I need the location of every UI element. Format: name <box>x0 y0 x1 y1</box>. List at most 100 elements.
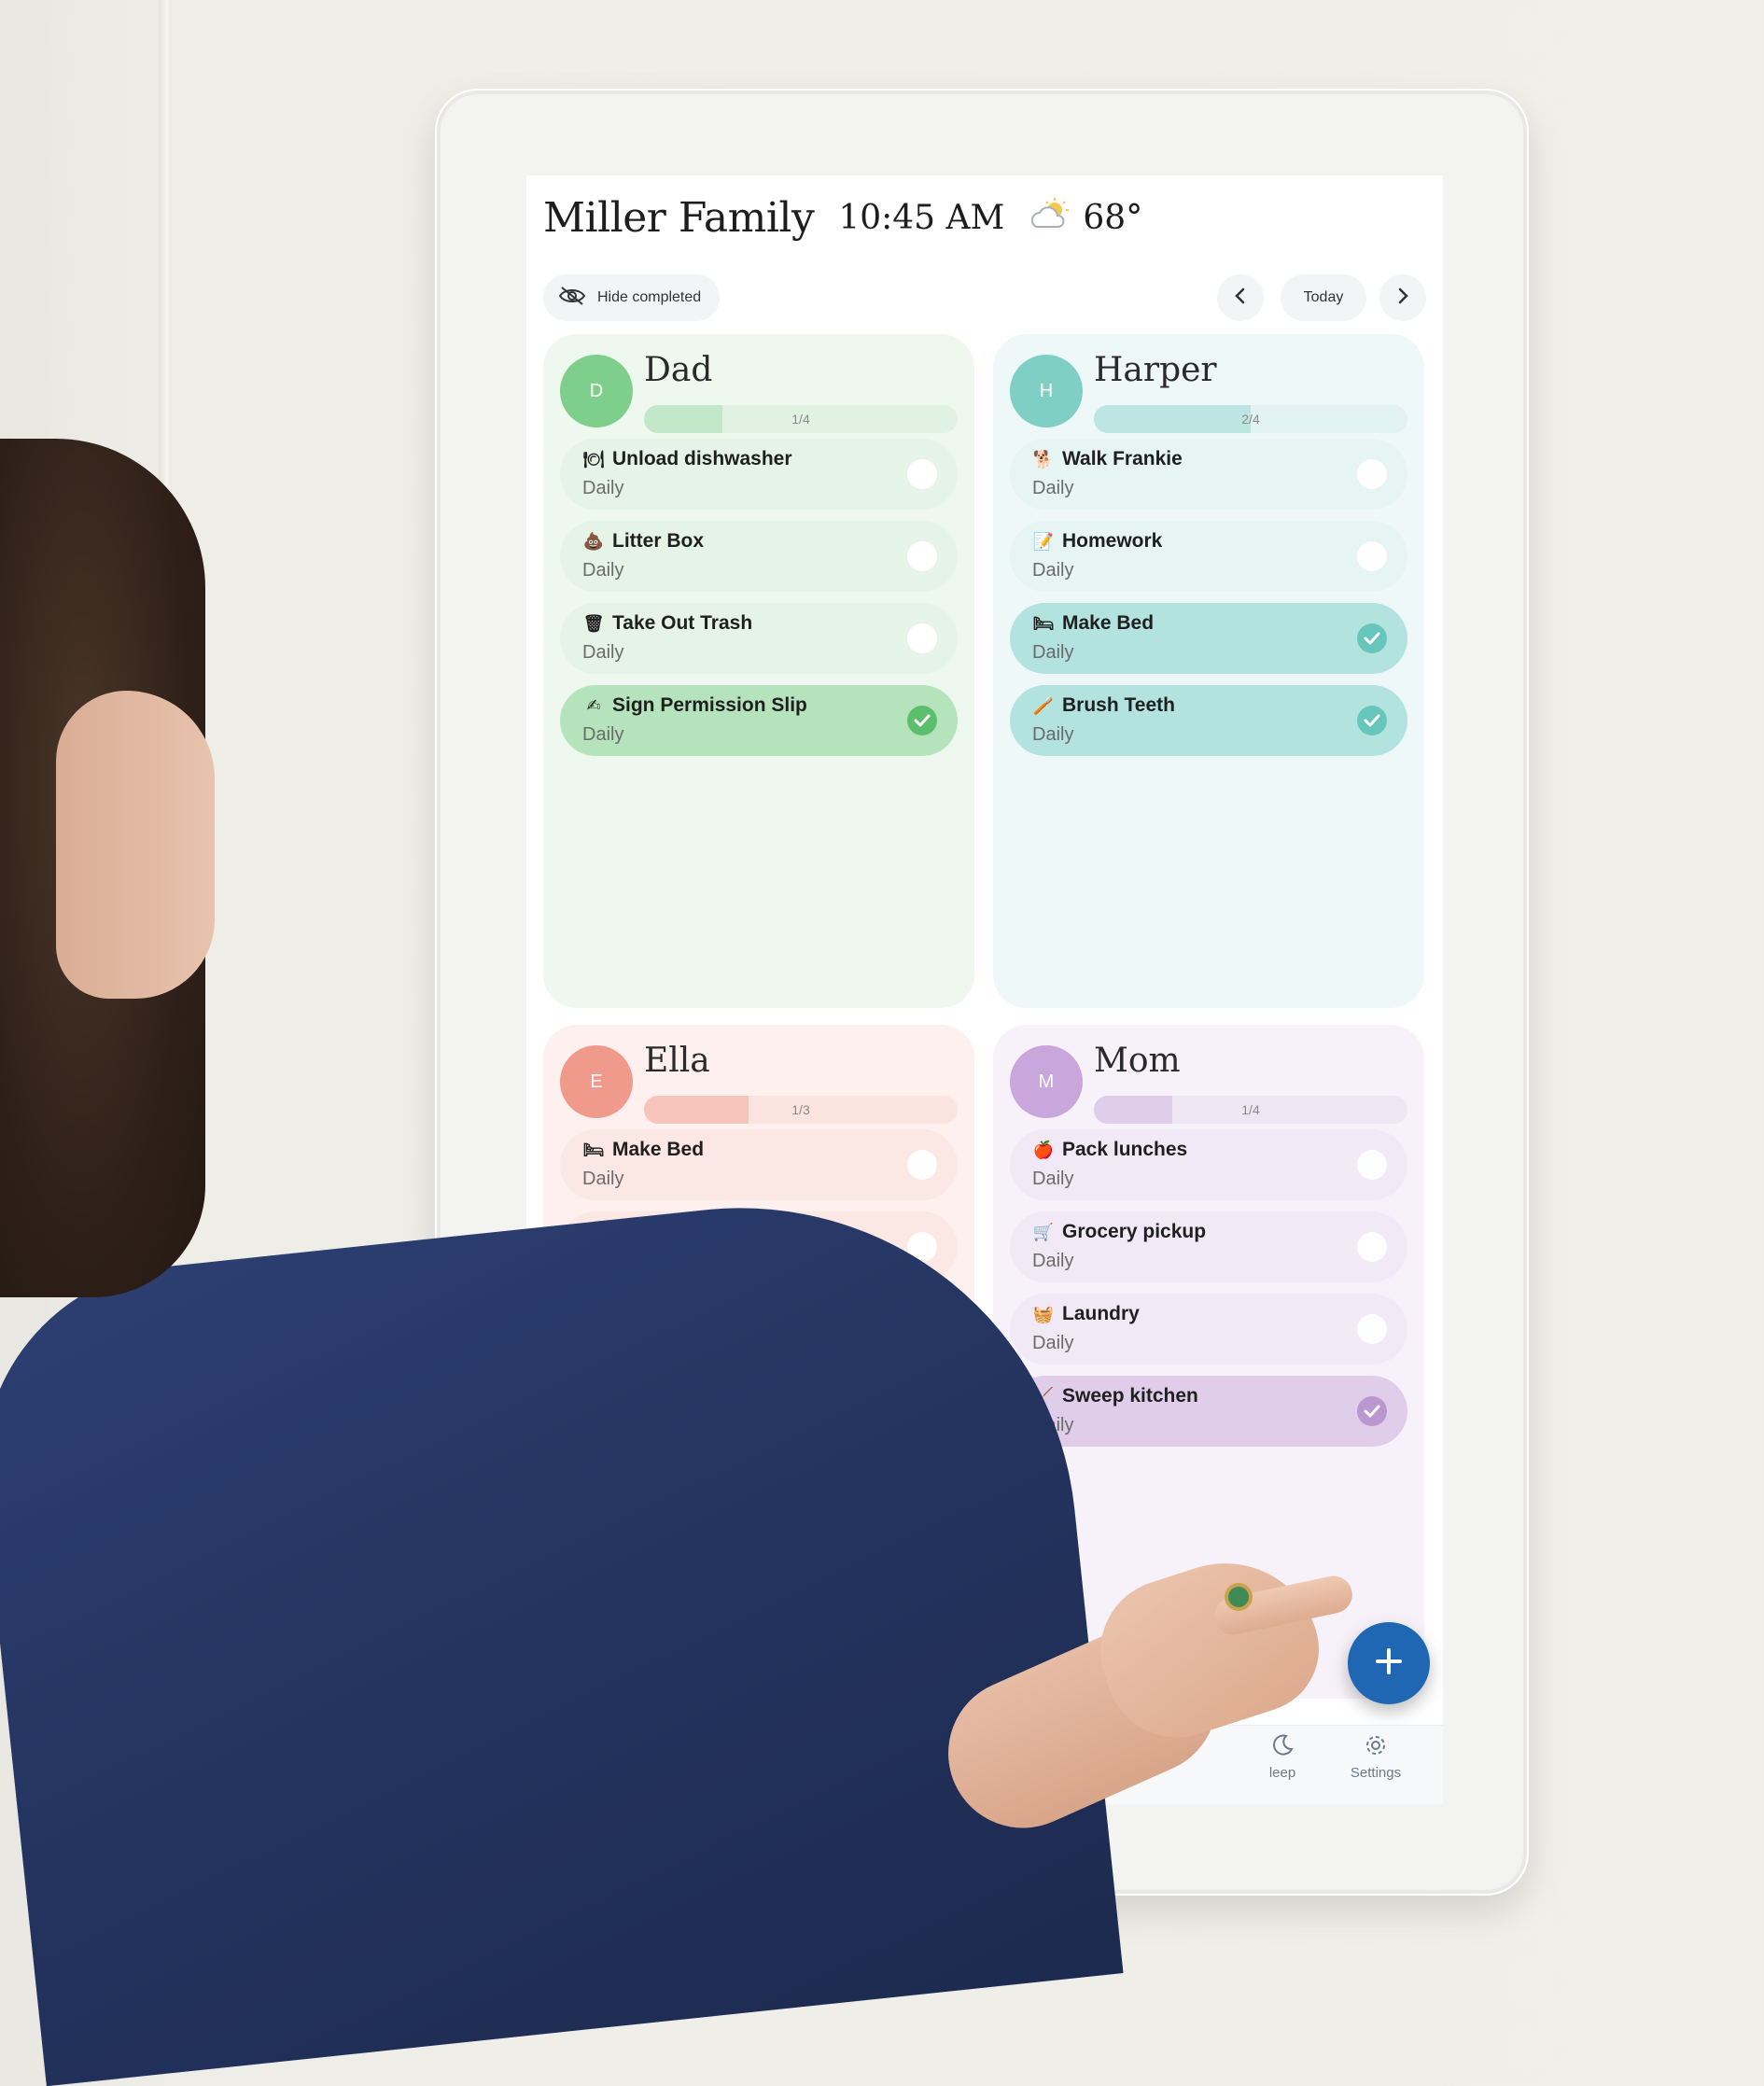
chore-frequency: Daily <box>582 478 624 498</box>
checkmark-empty-button[interactable] <box>907 459 937 489</box>
progress-bar: 1/3 <box>644 1096 958 1124</box>
chore-title-row: 🪥 Brush Teeth <box>1032 694 1175 717</box>
today-button[interactable]: Today <box>1281 274 1366 321</box>
check-icon <box>1364 1405 1380 1418</box>
progress-label: 1/3 <box>791 1102 810 1117</box>
checkmark-done-button[interactable] <box>1357 623 1387 653</box>
chore-title-row: 🛒 Grocery pickup <box>1032 1221 1206 1243</box>
chore-frequency: Daily <box>1032 1251 1074 1271</box>
chore-frequency: Daily <box>582 1169 624 1189</box>
chore-item[interactable]: 🧹Sweep kitchenDaily <box>1010 1376 1407 1447</box>
chore-title-row: 🐕 Walk Frankie <box>1032 448 1183 470</box>
chore-emoji-icon: ✍ <box>586 695 601 715</box>
checkmark-done-button[interactable] <box>1357 706 1387 735</box>
chore-emoji-icon: 📝 <box>1032 531 1055 551</box>
checkmark-empty-button[interactable] <box>907 1150 937 1180</box>
checkmark-empty-button[interactable] <box>1357 1232 1387 1262</box>
add-chore-button[interactable] <box>1348 1622 1430 1704</box>
chore-title-row: 🛏 Make Bed <box>582 1139 704 1161</box>
avatar[interactable]: D <box>560 355 633 427</box>
member-header: H Harper 2/4 <box>1010 351 1407 433</box>
chore-item[interactable]: 📝 Homework Daily <box>1010 521 1407 592</box>
chore-item[interactable]: 🛏 Make Bed Daily <box>560 1129 958 1200</box>
checkmark-empty-button[interactable] <box>1357 459 1387 489</box>
chore-emoji-icon: 🐕 <box>1032 449 1055 469</box>
chore-item[interactable]: 🛒 Grocery pickup Daily <box>1010 1211 1407 1282</box>
chore-frequency: Daily <box>1032 1333 1074 1353</box>
chore-emoji-icon: 🍽 <box>582 449 605 469</box>
chore-title: Laundry <box>1062 1303 1140 1324</box>
chore-title-row: 💩 Litter Box <box>582 530 704 553</box>
chore-emoji-icon: 🗑 <box>582 613 605 633</box>
chore-item[interactable]: 🗑 Take Out Trash Daily <box>560 603 958 674</box>
plus-icon <box>1373 1645 1405 1682</box>
chore-title: Brush Teeth <box>1062 694 1175 716</box>
checkmark-empty-button[interactable] <box>1357 1314 1387 1344</box>
chore-title-row: 🧺 Laundry <box>1032 1303 1140 1325</box>
chore-item[interactable]: 🍽 Unload dishwasher Daily <box>560 439 958 510</box>
family-name: Miller Family <box>543 193 815 242</box>
avatar[interactable]: M <box>1010 1045 1083 1118</box>
chore-frequency: Daily <box>582 642 624 663</box>
chore-title-row: 🍎 Pack lunches <box>1032 1139 1187 1161</box>
check-icon <box>1364 632 1380 645</box>
chore-frequency: Daily <box>582 724 624 745</box>
member-column-harper: H Harper 2/4 🐕 Walk Frankie Daily 📝 Homework Dai… <box>993 334 1424 1008</box>
chore-item[interactable]: ✍ Sign Permission Slip Daily <box>560 685 958 756</box>
avatar[interactable]: E <box>560 1045 633 1118</box>
checkmark-empty-button[interactable] <box>1357 541 1387 571</box>
checkmark-done-button[interactable] <box>907 706 937 735</box>
chore-frequency: Daily <box>1032 1169 1074 1189</box>
chore-item[interactable]: 🪥 Brush Teeth Daily <box>1010 685 1407 756</box>
check-icon <box>914 714 931 727</box>
chore-title-row: 📝 Homework <box>1032 530 1163 553</box>
member-header: M Mom 1/4 <box>1010 1042 1407 1124</box>
temperature: 68° <box>1083 198 1143 237</box>
checkmark-empty-button[interactable] <box>907 541 937 571</box>
progress-label: 2/4 <box>1241 412 1260 427</box>
chore-item[interactable]: 🛏 Make Bed Daily <box>1010 603 1407 674</box>
weather: 68° <box>1029 197 1142 239</box>
member-header: E Ella 1/3 <box>560 1042 958 1124</box>
chore-item[interactable]: 🐕 Walk Frankie Daily <box>1010 439 1407 510</box>
chore-title: Grocery pickup <box>1062 1221 1207 1242</box>
checkmark-done-button[interactable] <box>1357 1396 1387 1426</box>
chore-item[interactable]: 🧺 Laundry Daily <box>1010 1294 1407 1365</box>
member-column-dad: D Dad 1/4 🍽 Unload dishwasher Daily 💩 Litter Bo… <box>543 334 974 1008</box>
chore-item[interactable]: 💩 Litter Box Daily <box>560 521 958 592</box>
chore-title: Pack lunches <box>1062 1139 1188 1160</box>
chore-title: Sweep kitchen <box>1062 1385 1198 1407</box>
nav-item-sleep[interactable]: leep <box>1236 1733 1329 1802</box>
person-face <box>56 691 215 999</box>
progress-bar: 1/4 <box>1094 1096 1407 1124</box>
chore-emoji-icon: 🛏 <box>1032 613 1055 633</box>
progress-label: 1/4 <box>791 412 810 427</box>
previous-day-button[interactable] <box>1217 274 1264 321</box>
avatar[interactable]: H <box>1010 355 1083 427</box>
next-day-button[interactable] <box>1379 274 1426 321</box>
chore-frequency: Daily <box>1032 642 1074 663</box>
chore-title-row: 🗑 Take Out Trash <box>582 612 753 635</box>
eye-off-icon <box>558 286 586 311</box>
chore-item[interactable]: 🍎 Pack lunches Daily <box>1010 1129 1407 1200</box>
chore-frequency: Daily <box>1032 724 1074 745</box>
chore-emoji-icon: 🛏 <box>582 1140 605 1159</box>
person-shirt <box>0 1174 1124 2086</box>
chore-emoji-icon: 🪥 <box>1032 695 1055 715</box>
nav-item-settings[interactable]: Settings <box>1329 1733 1422 1802</box>
chore-title: Sign Permission Slip <box>612 694 807 716</box>
chore-frequency: Daily <box>582 560 624 581</box>
member-name: Ella <box>644 1042 710 1080</box>
progress-bar: 1/4 <box>644 405 958 433</box>
member-name: Dad <box>644 351 713 389</box>
checkmark-empty-button[interactable] <box>907 623 937 653</box>
hide-completed-button[interactable]: Hide completed <box>543 274 721 321</box>
chore-emoji-icon: 💩 <box>582 531 605 551</box>
chore-emoji-icon: 🧺 <box>1032 1304 1055 1323</box>
chore-frequency: Daily <box>1032 478 1074 498</box>
hide-completed-label: Hide completed <box>597 289 702 305</box>
nav-label: Settings <box>1350 1765 1402 1781</box>
member-name: Mom <box>1094 1042 1181 1080</box>
partly-sunny-icon <box>1029 197 1071 239</box>
checkmark-empty-button[interactable] <box>1357 1150 1387 1180</box>
